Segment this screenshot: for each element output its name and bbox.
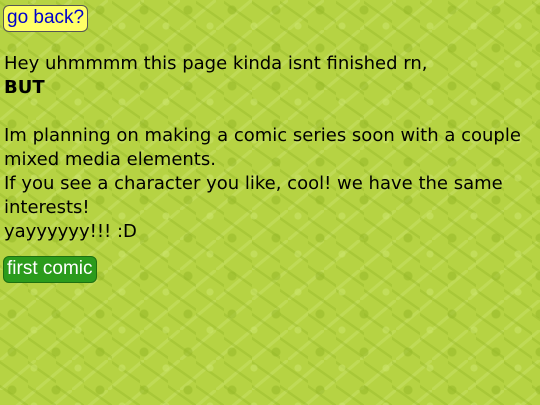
comic-plan-text: Im planning on making a comic series soo…	[4, 125, 521, 170]
but-text: BUT	[4, 77, 45, 98]
first-comic-button[interactable]: first comic	[3, 256, 97, 283]
character-text: If you see a character you like, cool! w…	[4, 173, 503, 218]
page-message: Hey uhmmmm this page kinda isnt finished…	[4, 52, 536, 244]
go-back-button[interactable]: go back?	[3, 5, 89, 32]
celebration-text: yayyyyyy!!! :D	[4, 221, 137, 242]
unfinished-notice: Hey uhmmmm this page kinda isnt finished…	[4, 53, 428, 74]
